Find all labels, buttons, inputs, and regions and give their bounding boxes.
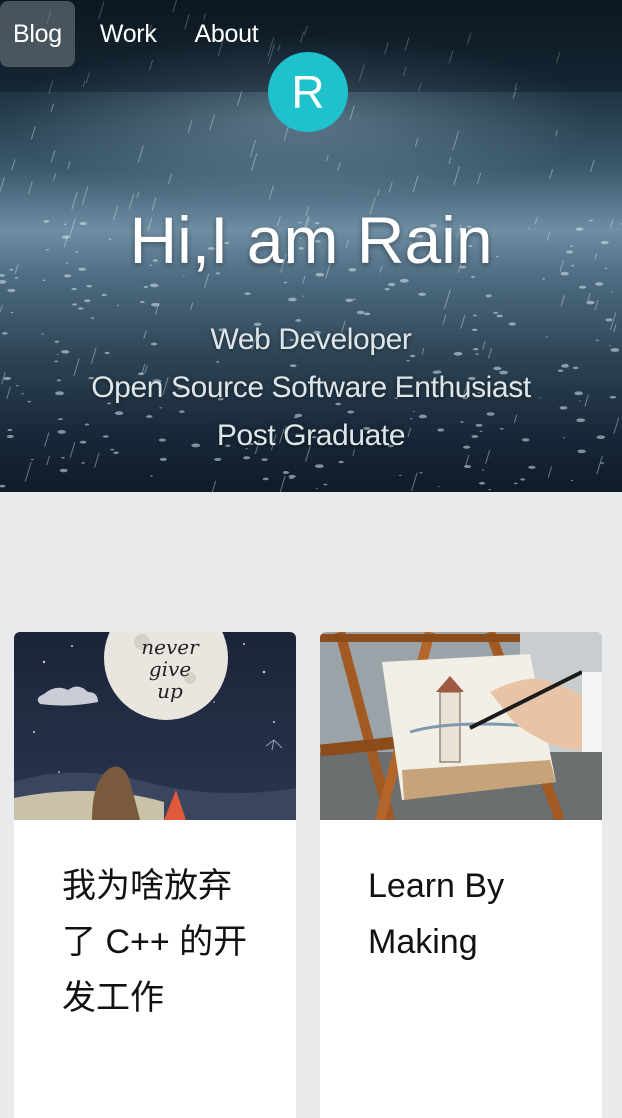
post-card-cpp[interactable]: never give up 我为啥放弃了 C++ 的开发工作 (14, 632, 296, 1118)
painting-easel-icon (320, 632, 602, 820)
avatar[interactable]: R (268, 52, 348, 132)
hero-line-interest: Open Source Software Enthusiast (91, 371, 531, 404)
post-title[interactable]: 我为啥放弃了 C++ 的开发工作 (14, 820, 296, 1026)
hero-line-status: Post Graduate (216, 419, 406, 452)
post-card-image[interactable]: never give up (14, 632, 296, 820)
card-image-caption: never give up (141, 635, 199, 703)
hero-line-role: Web Developer (210, 323, 412, 356)
hero-title: Hi,I am Rain (129, 203, 493, 277)
nav-about-link[interactable]: About (182, 1, 272, 67)
hero-banner: Blog Work About R Hi,I am Rain Web Devel… (0, 0, 622, 492)
hero-subtitle: Web Developer Open Source Software Enthu… (0, 316, 622, 460)
post-card-learn-by-making[interactable]: Learn By Making (320, 632, 602, 1118)
nav-work-link[interactable]: Work (87, 1, 170, 67)
post-title[interactable]: Learn By Making (320, 820, 602, 970)
nav-blog-link[interactable]: Blog (0, 1, 75, 67)
main-nav: Blog Work About (0, 0, 283, 68)
post-card-image[interactable] (320, 632, 602, 820)
